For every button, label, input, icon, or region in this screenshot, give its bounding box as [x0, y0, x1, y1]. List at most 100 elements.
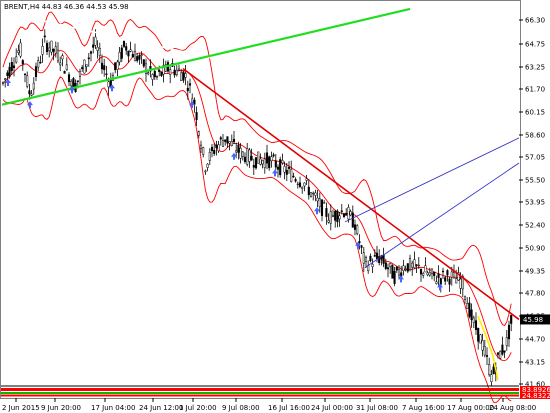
candle-body	[21, 60, 24, 65]
candle-body	[270, 156, 273, 162]
chart-background	[0, 0, 550, 413]
candle-body	[329, 211, 332, 224]
candle-body	[336, 210, 339, 223]
x-tick-label: 17 Aug 00:00	[447, 404, 494, 412]
candle-body	[195, 112, 198, 120]
candle-body	[492, 366, 495, 374]
candle-body	[281, 160, 284, 164]
candle-body	[232, 138, 236, 143]
candle-body	[76, 80, 79, 82]
candle-body	[127, 50, 130, 57]
candle-body	[428, 272, 431, 276]
candle-body	[56, 49, 60, 62]
candle-body	[151, 74, 154, 80]
last-price-label: 45.98	[523, 316, 543, 324]
candle-body	[147, 72, 150, 75]
candle-body	[173, 69, 176, 76]
candle-body	[169, 69, 172, 75]
candle-body	[296, 183, 299, 186]
x-tick-label: 24 Aug 08:00	[489, 404, 536, 412]
candle-body	[373, 255, 376, 257]
candle-body	[248, 149, 251, 162]
candle-body	[472, 317, 475, 324]
candle-body	[197, 131, 200, 136]
candle-body	[89, 51, 93, 54]
candle-body	[67, 74, 71, 83]
candle-body	[153, 70, 156, 78]
x-tick-label: 9 Jul 08:00	[222, 404, 260, 412]
candle-body	[133, 50, 137, 62]
candle-body	[463, 296, 467, 300]
candle-body	[94, 36, 97, 46]
y-tick-label: 49.35	[525, 268, 545, 276]
candle-body	[384, 262, 387, 269]
candle-body	[228, 141, 231, 144]
candle-body	[28, 90, 31, 95]
candle-body	[17, 50, 20, 53]
candle-body	[138, 55, 141, 60]
y-tick-label: 52.40	[525, 222, 545, 230]
candle-body	[15, 56, 18, 63]
y-tick-label: 58.60	[525, 132, 545, 140]
candle-body	[184, 73, 187, 78]
x-tick-label: 7 Aug 16:00	[402, 404, 445, 412]
candle-body	[455, 278, 458, 284]
candle-body	[356, 225, 359, 234]
candle-body	[160, 71, 163, 77]
x-tick-label: 9 Jun 20:00	[41, 404, 81, 412]
candle-body	[221, 140, 225, 147]
candle-body	[177, 68, 181, 71]
candle-body	[510, 314, 513, 324]
candle-body	[496, 352, 500, 355]
candle-body	[261, 160, 264, 165]
candle-body	[327, 220, 330, 223]
candle-body	[61, 55, 64, 60]
candle-body	[243, 156, 247, 162]
candle-body	[142, 59, 145, 67]
candle-body	[433, 271, 436, 277]
candle-body	[362, 252, 365, 264]
y-tick-label: 60.15	[525, 109, 545, 117]
candle-body	[208, 152, 211, 161]
candle-body	[353, 224, 357, 230]
candle-body	[351, 212, 354, 228]
candle-body	[206, 163, 209, 168]
candle-body	[257, 151, 260, 164]
candle-body	[395, 266, 398, 271]
candle-body	[215, 144, 218, 149]
candle-body	[70, 80, 73, 87]
candle-body	[347, 207, 350, 220]
price-chart[interactable]: BRENT,H4 44.83 46.36 44.53 45.98 66.30 64…	[0, 0, 550, 413]
indicator-high-band	[1, 388, 519, 391]
candle-body	[503, 350, 506, 353]
candle-body	[136, 56, 139, 61]
x-tick-label: 2 Jun 2015	[2, 404, 40, 412]
candle-body	[358, 241, 361, 244]
candle-body	[37, 60, 40, 68]
candle-body	[404, 268, 407, 270]
candle-body	[246, 148, 249, 165]
candle-body	[43, 35, 46, 38]
candle-body	[437, 273, 440, 278]
candle-body	[140, 54, 143, 56]
candle-body	[98, 48, 101, 56]
candle-body	[305, 178, 308, 181]
candle-body	[466, 303, 469, 309]
y-tick-label: 47.80	[525, 290, 545, 298]
candle-body	[265, 152, 269, 164]
candle-body	[485, 355, 489, 357]
candle-body	[59, 62, 62, 66]
indicator-low-band	[1, 392, 519, 394]
candle-body	[50, 40, 53, 53]
indicator-level-label: 24.8322	[522, 392, 550, 400]
candle-body	[499, 350, 502, 359]
candle-body	[199, 144, 203, 149]
candle-body	[309, 192, 313, 197]
candle-body	[364, 256, 368, 262]
candle-body	[252, 165, 255, 168]
candle-body	[439, 278, 442, 285]
candle-body	[367, 265, 370, 272]
candle-body	[85, 64, 88, 67]
candle-body	[259, 158, 262, 165]
candle-body	[182, 71, 185, 81]
